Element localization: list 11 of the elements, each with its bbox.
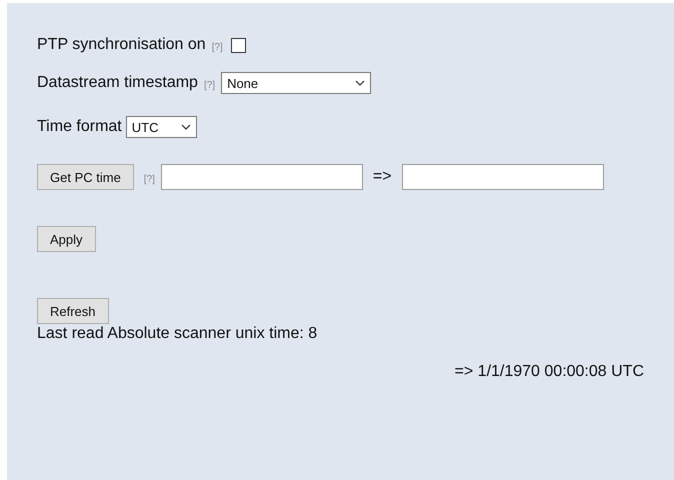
ptp-label: PTP synchronisation on xyxy=(37,36,206,54)
apply-button[interactable]: Apply xyxy=(37,226,96,252)
datastream-label: Datastream timestamp xyxy=(37,74,198,92)
timestamp-select[interactable]: None xyxy=(221,72,372,94)
time-format-select[interactable]: UTC xyxy=(126,116,197,138)
unix-time-text: Last read Absolute scanner unix time: 8 xyxy=(37,325,318,343)
arrow-text: => xyxy=(372,168,392,186)
converted-time-text: => 1/1/1970 00:00:08 UTC xyxy=(454,363,644,381)
refresh-button[interactable]: Refresh xyxy=(37,298,109,324)
time-format-label: Time format xyxy=(37,118,122,136)
get-pc-time-button[interactable]: Get PC time xyxy=(37,164,134,190)
